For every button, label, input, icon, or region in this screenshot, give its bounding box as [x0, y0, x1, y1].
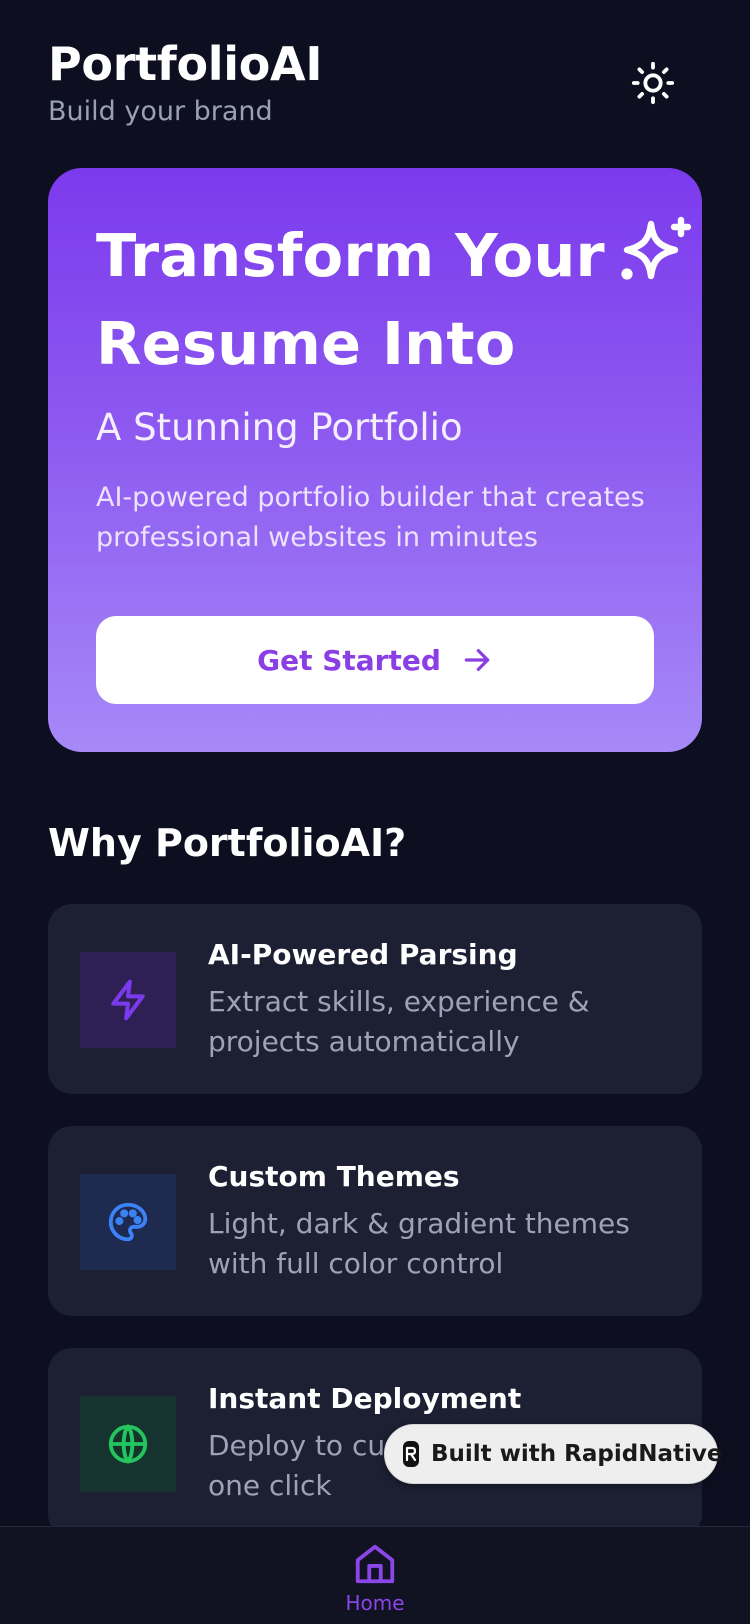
nav-label-home: Home [345, 1591, 405, 1615]
feature-icon-box [80, 1396, 176, 1492]
feature-card-ai-parsing[interactable]: AI-Powered Parsing Extract skills, exper… [48, 904, 702, 1094]
hero-card: Transform Your Resume Into A Stunning Po… [48, 168, 702, 752]
hero-title-line-1: Transform Your [96, 221, 605, 290]
arrow-right-icon [464, 649, 490, 671]
feature-description: Extract skills, experience & projects au… [208, 985, 590, 1058]
feature-text: AI-Powered Parsing Extract skills, exper… [208, 936, 678, 1062]
header: PortfolioAI Build your brand [48, 36, 702, 136]
nav-item-home[interactable]: Home [325, 1541, 425, 1624]
feature-icon-box [80, 952, 176, 1048]
globe-icon [108, 1424, 148, 1464]
palette-icon [108, 1202, 148, 1242]
sparkles-icon [621, 216, 692, 280]
home-icon [355, 1544, 395, 1584]
badge-label: Built with RapidNative [431, 1441, 723, 1467]
sun-icon [631, 61, 675, 105]
hero-subtitle: A Stunning Portfolio [96, 406, 463, 449]
hero-title-line-2: Resume Into [96, 309, 516, 378]
feature-title: Instant Deployment [208, 1382, 522, 1415]
feature-title: Custom Themes [208, 1160, 460, 1193]
bottom-nav: Home [0, 1526, 750, 1624]
section-title: Why PortfolioAI? [48, 821, 407, 865]
get-started-label: Get Started [257, 643, 441, 677]
hero-description: AI-powered portfolio builder that create… [96, 482, 645, 553]
lightning-icon [111, 979, 145, 1021]
hero-title-row: Transform Your [96, 212, 692, 300]
feature-icon-box [80, 1174, 176, 1270]
app-screen: PortfolioAI Build your brand Transform Y… [0, 0, 750, 1624]
theme-toggle-button[interactable] [628, 58, 678, 108]
app-title: PortfolioAI [48, 37, 323, 91]
app-subtitle: Build your brand [48, 96, 273, 127]
rapidnative-logo-icon [403, 1441, 419, 1467]
built-with-badge[interactable]: Built with RapidNative [384, 1424, 722, 1484]
feature-description: Light, dark & gradient themes with full … [208, 1207, 630, 1280]
feature-card-custom-themes[interactable]: Custom Themes Light, dark & gradient the… [48, 1126, 702, 1316]
get-started-button[interactable]: Get Started [96, 616, 654, 704]
feature-title: AI-Powered Parsing [208, 938, 518, 971]
feature-text: Custom Themes Light, dark & gradient the… [208, 1158, 678, 1284]
